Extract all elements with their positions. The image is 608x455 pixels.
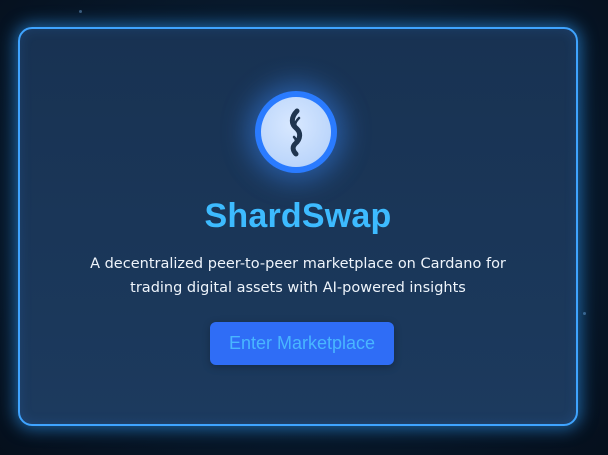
shard-swirl-icon	[289, 108, 303, 157]
welcome-card: ShardSwap A decentralized peer-to-peer m…	[18, 27, 578, 426]
logo-badge	[261, 97, 331, 167]
background-dot	[583, 312, 586, 315]
app-tagline: A decentralized peer-to-peer marketplace…	[90, 256, 506, 296]
background-dot	[79, 10, 82, 13]
enter-marketplace-button[interactable]: Enter Marketplace	[210, 322, 394, 365]
logo	[255, 91, 337, 173]
app-title: ShardSwap	[204, 197, 392, 235]
